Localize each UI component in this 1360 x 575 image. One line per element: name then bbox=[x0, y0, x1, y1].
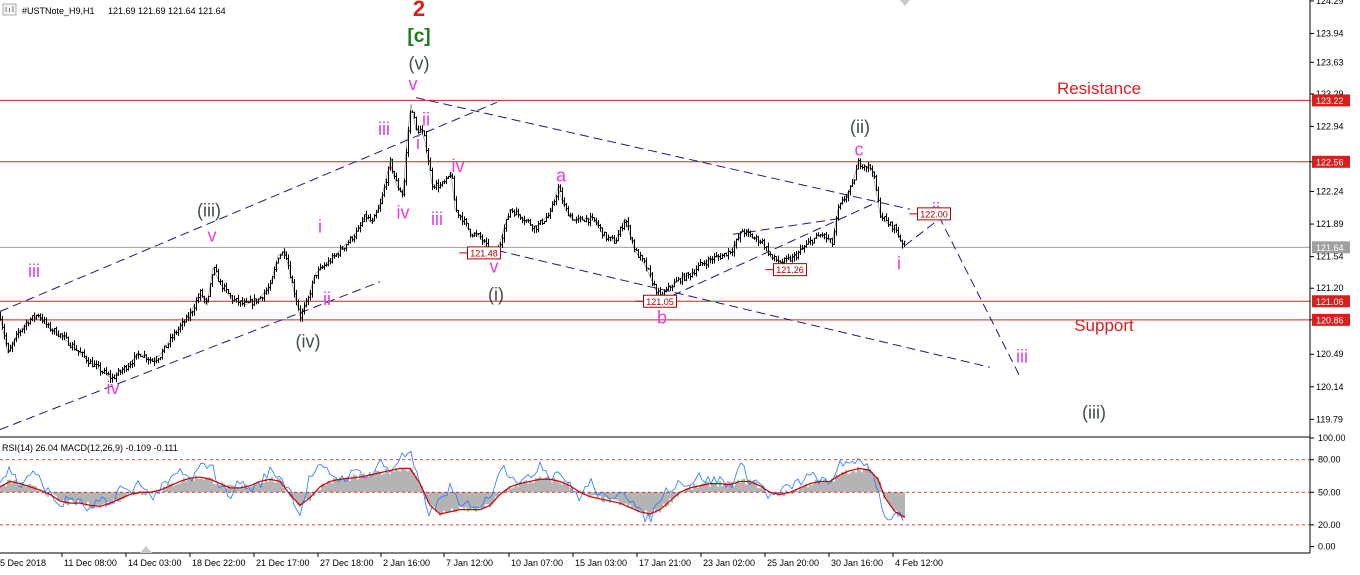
time-tick-label-9: 15 Jan 03:00 bbox=[575, 558, 627, 568]
price-tag-text: 121.05 bbox=[646, 297, 674, 307]
time-tick-label-4: 21 Dec 17:00 bbox=[256, 558, 310, 568]
time-tick-label-7: 7 Jan 12:00 bbox=[446, 558, 493, 568]
price-tick-label-11: 120.49 bbox=[1316, 349, 1344, 359]
time-tick-label-14: 4 Feb 12:00 bbox=[895, 558, 943, 568]
instrument-name: #USTNote_H9,H1 bbox=[22, 6, 95, 16]
wave-label-7: iv bbox=[452, 156, 465, 176]
price-tick-label-4: 122.94 bbox=[1316, 121, 1344, 131]
resistance-label: Resistance bbox=[1057, 79, 1141, 98]
ind-tick-label-2: 50.00 bbox=[1318, 487, 1341, 497]
chart-canvas: 2[c](v)viii iiiiviv iii(iii)v iiiiii(iv)iva… bbox=[0, 0, 1360, 575]
wave-label-0: 2 bbox=[413, 0, 425, 21]
time-tick-label-0: 5 Dec 2018 bbox=[0, 558, 46, 568]
wave-label-22: c bbox=[855, 139, 864, 159]
time-tick-label-2: 14 Dec 03:00 bbox=[128, 558, 182, 568]
wave-label-19: (i) bbox=[488, 284, 504, 304]
axis-level-label-0: 123.22 bbox=[1316, 96, 1344, 106]
time-tick-label-5: 27 Dec 18:00 bbox=[320, 558, 374, 568]
time-tick-label-6: 2 Jan 16:00 bbox=[383, 558, 430, 568]
ind-tick-label-1: 80.00 bbox=[1318, 455, 1341, 465]
wave-label-12: i bbox=[318, 216, 322, 236]
wave-label-24: i bbox=[897, 254, 901, 274]
wave-label-15: (iv) bbox=[296, 332, 321, 352]
axis-level-label-2: 121.06 bbox=[1316, 297, 1344, 307]
wave-label-11: v bbox=[208, 226, 217, 246]
wave-label-21: (ii) bbox=[850, 117, 870, 137]
indicator-header: RSI(14) 26.04 MACD(12,26,9) -0.109 -0.11… bbox=[2, 443, 178, 453]
wave-label-8: iv bbox=[397, 203, 410, 223]
price-tick-label-2: 123.63 bbox=[1316, 57, 1344, 67]
axis-current-label: 121.64 bbox=[1316, 243, 1344, 253]
time-tick-label-10: 17 Jan 21:00 bbox=[639, 558, 691, 568]
chart-header: #USTNote_H9,H1 121.69 121.69 121.64 121.… bbox=[2, 3, 226, 16]
price-tick-label-13: 119.79 bbox=[1316, 414, 1343, 424]
support-label: Support bbox=[1074, 316, 1134, 335]
ind-tick-label-4: 0.00 bbox=[1318, 542, 1336, 552]
time-tick-label-13: 30 Jan 16:00 bbox=[831, 558, 883, 568]
wave-label-16: iv bbox=[107, 378, 120, 398]
wave-label-1: [c] bbox=[407, 26, 430, 47]
price-tick-label-12: 120.14 bbox=[1316, 382, 1344, 392]
price-tick-label-7: 121.89 bbox=[1316, 219, 1344, 229]
ind-tick-label-0: 100.00 bbox=[1318, 433, 1346, 443]
price-tick-label-0: 124.29 bbox=[1316, 0, 1344, 6]
wave-label-20: b bbox=[657, 308, 667, 328]
wave-label-17: a bbox=[556, 165, 567, 185]
wave-label-18: v bbox=[490, 256, 499, 276]
time-tick-label-3: 18 Dec 22:00 bbox=[192, 558, 246, 568]
axis-level-label-1: 122.56 bbox=[1316, 157, 1344, 167]
wave-label-2: (v) bbox=[409, 54, 430, 74]
wave-label-5: ii bbox=[422, 110, 430, 130]
wave-label-25: iii bbox=[1016, 347, 1028, 367]
wave-label-13: ii bbox=[323, 289, 331, 309]
wave-label-26: (iii) bbox=[1082, 402, 1106, 422]
ohlc-values: 121.69 121.69 121.64 121.64 bbox=[108, 6, 226, 16]
time-tick-label-11: 23 Jan 02:00 bbox=[703, 558, 755, 568]
wave-label-14: iii bbox=[28, 261, 40, 281]
wave-label-4: iii bbox=[378, 119, 390, 139]
price-tick-label-6: 122.24 bbox=[1316, 187, 1344, 197]
wave-label-6: i bbox=[416, 133, 420, 153]
time-tick-label-1: 11 Dec 08:00 bbox=[64, 558, 117, 568]
price-tag-text: 121.48 bbox=[470, 248, 498, 258]
price-tag-text: 122.00 bbox=[920, 209, 948, 219]
time-tick-label-12: 25 Jan 20:00 bbox=[767, 558, 819, 568]
price-tick-label-1: 123.94 bbox=[1316, 28, 1344, 38]
wave-label-3: v bbox=[409, 74, 418, 94]
wave-label-10: (iii) bbox=[197, 201, 221, 221]
ind-tick-label-3: 20.00 bbox=[1318, 520, 1341, 530]
price-tag-text: 121.26 bbox=[776, 265, 804, 275]
wave-label-9: iii bbox=[431, 209, 443, 229]
axis-level-label-3: 120.86 bbox=[1316, 315, 1344, 325]
price-tick-label-9: 121.20 bbox=[1316, 283, 1344, 293]
time-tick-label-8: 10 Jan 07:00 bbox=[511, 558, 563, 568]
